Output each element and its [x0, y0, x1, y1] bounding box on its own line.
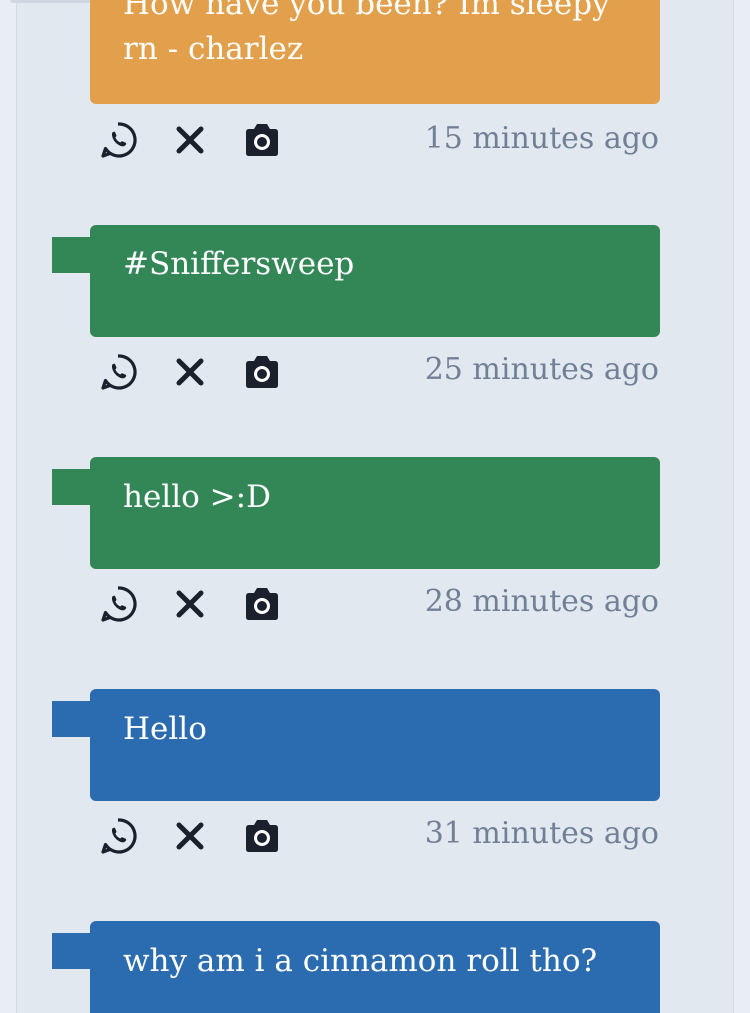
- delete-button[interactable]: [170, 816, 210, 856]
- close-icon: [176, 126, 204, 154]
- delete-button[interactable]: [170, 352, 210, 392]
- camera-icon: [246, 820, 278, 852]
- screenshot-button[interactable]: [242, 120, 282, 160]
- message-text: How have you been? Im sleepy rn - charle…: [123, 0, 610, 67]
- message-time: 28 minutes ago: [424, 584, 659, 619]
- camera-icon: [246, 588, 278, 620]
- bubble-tail: [52, 701, 92, 737]
- message-text: Hello: [123, 711, 207, 747]
- whatsapp-icon: [101, 122, 137, 158]
- whatsapp-icon: [101, 586, 137, 622]
- message-text: why am i a cinnamon roll tho?: [123, 943, 598, 979]
- message-time: 25 minutes ago: [424, 352, 659, 387]
- message-actions: [98, 352, 314, 392]
- message-item: How have you been? Im sleepy rn - charle…: [0, 0, 750, 210]
- message-actions: [98, 120, 314, 160]
- message-actions: [98, 816, 314, 856]
- message-bubble: Hello: [90, 689, 660, 801]
- bubble-tail: [52, 933, 92, 969]
- message-item: #Sniffersweep 25 minutes ago: [0, 225, 750, 435]
- bubble-tail: [52, 237, 92, 273]
- delete-button[interactable]: [170, 584, 210, 624]
- screenshot-button[interactable]: [242, 352, 282, 392]
- share-whatsapp-button[interactable]: [98, 352, 138, 392]
- message-item: hello >:D 28 minutes ago: [0, 457, 750, 667]
- screenshot-button[interactable]: [242, 584, 282, 624]
- delete-button[interactable]: [170, 120, 210, 160]
- share-whatsapp-button[interactable]: [98, 120, 138, 160]
- close-icon: [176, 590, 204, 618]
- message-item: Hello 31 minutes ago: [0, 689, 750, 899]
- whatsapp-icon: [101, 818, 137, 854]
- bubble-tail: [52, 469, 92, 505]
- message-actions: [98, 584, 314, 624]
- camera-icon: [246, 124, 278, 156]
- message-bubble: #Sniffersweep: [90, 225, 660, 337]
- message-text: hello >:D: [123, 479, 271, 515]
- close-icon: [176, 358, 204, 386]
- message-time: 15 minutes ago: [424, 121, 659, 156]
- message-bubble: hello >:D: [90, 457, 660, 569]
- camera-icon: [246, 356, 278, 388]
- message-bubble: why am i a cinnamon roll tho?: [90, 921, 660, 1013]
- message-time: 31 minutes ago: [424, 816, 659, 851]
- share-whatsapp-button[interactable]: [98, 816, 138, 856]
- message-item: why am i a cinnamon roll tho?: [0, 921, 750, 1013]
- screenshot-button[interactable]: [242, 816, 282, 856]
- close-icon: [176, 822, 204, 850]
- share-whatsapp-button[interactable]: [98, 584, 138, 624]
- whatsapp-icon: [101, 354, 137, 390]
- message-bubble: How have you been? Im sleepy rn - charle…: [90, 0, 660, 104]
- message-text: #Sniffersweep: [123, 246, 355, 282]
